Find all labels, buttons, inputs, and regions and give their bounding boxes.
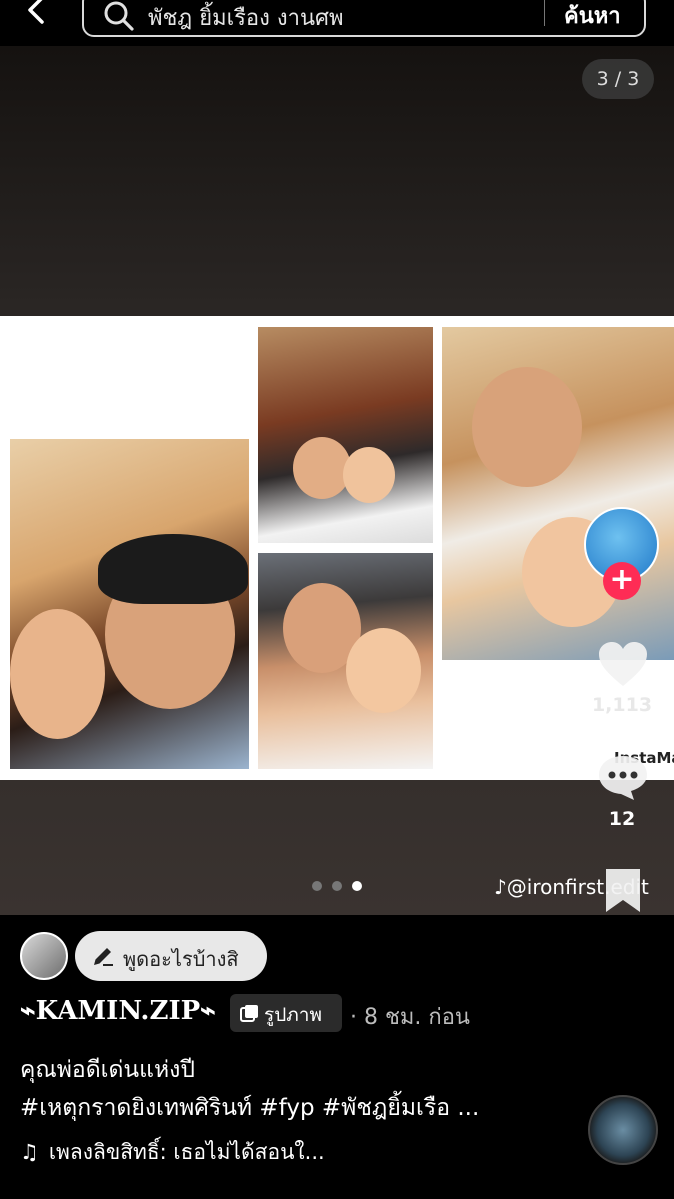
bookmark-icon[interactable] [596, 866, 650, 916]
page-dot-active [352, 881, 362, 891]
comment-prompt-button[interactable]: พูดอะไรบ้างสิ [75, 931, 267, 981]
chevron-left-icon[interactable] [22, 0, 52, 26]
photo-hair [98, 534, 248, 604]
post-time: · 8 ชม. ก่อน [350, 1005, 470, 1030]
post-type-label: รูปภาพ [264, 1004, 322, 1026]
comment-icon[interactable] [596, 752, 650, 802]
collage-photo-2 [258, 327, 433, 543]
page-indicator [310, 881, 370, 893]
music-note-icon: ♫ [20, 1140, 39, 1164]
comment-prompt-label: พูดอะไรบ้างสิ [123, 947, 239, 971]
post-type-badge: รูปภาพ [230, 994, 342, 1032]
search-button[interactable]: ค้นหา [564, 0, 621, 33]
photo-face [346, 628, 421, 713]
page-counter: 3 / 3 [582, 59, 654, 99]
photo-mode-icon [240, 1005, 258, 1022]
photo-face [472, 367, 582, 487]
search-input[interactable]: พัชฎ ยิ้มเรือง งานศพ ค้นหา [82, 0, 646, 37]
music-info[interactable]: ♫ เพลงลิขสิทธิ์: เธอไม่ได้สอนใ... [20, 1136, 325, 1169]
collage-photo-3 [258, 553, 433, 769]
photo-face [10, 609, 105, 739]
page-dot [332, 881, 342, 891]
top-bar: พัชฎ ยิ้มเรือง งานศพ ค้นหา [0, 0, 674, 46]
follow-plus-icon[interactable]: + [603, 562, 641, 600]
photo-face [343, 447, 395, 503]
caption-line-1: คุณพ่อดีเด่นแห่งปี [20, 1057, 195, 1083]
tiktok-logo-icon: ♪ [494, 875, 507, 899]
user-avatar[interactable] [20, 932, 68, 980]
music-disc[interactable] [588, 1095, 658, 1165]
photo-collage[interactable]: InstaMag [0, 316, 674, 780]
heart-icon[interactable] [596, 640, 650, 690]
comment-count: 12 [608, 808, 636, 830]
music-title: เพลงลิขสิทธิ์: เธอไม่ได้สอนใ... [48, 1140, 325, 1164]
collage-photo-4 [442, 327, 674, 660]
page-dot [312, 881, 322, 891]
collage-photo-1 [10, 439, 249, 769]
search-divider [544, 0, 545, 26]
pencil-icon [94, 948, 113, 966]
photo-face [293, 437, 351, 499]
search-query: พัชฎ ยิ้มเรือง งานศพ [148, 6, 344, 31]
like-count: 1,113 [591, 694, 653, 716]
caption-hashtags[interactable]: #เหตุกราดยิงเทพศิรินท์ #fyp #พัชฎยิ้มเรื… [20, 1090, 479, 1126]
post-username[interactable]: ⌁KAMIN.ZIP⌁ [20, 996, 216, 1026]
search-icon [104, 1, 134, 31]
